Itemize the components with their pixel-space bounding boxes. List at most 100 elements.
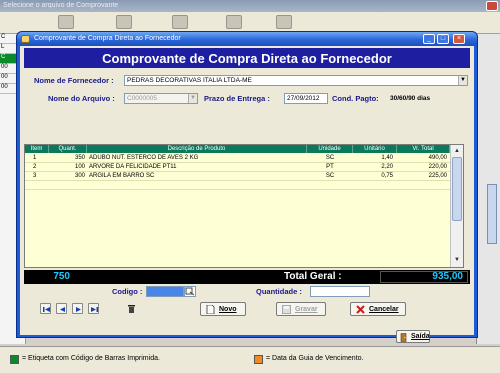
gravar-label: Gravar — [295, 306, 318, 313]
column-header-total[interactable]: Vr. Total — [397, 145, 450, 153]
maximize-icon[interactable]: □ — [437, 34, 449, 44]
new-document-icon — [206, 305, 215, 314]
cell-item: 2 — [33, 164, 37, 170]
chevron-down-icon[interactable]: ▼ — [188, 94, 197, 103]
sair-button[interactable]: Saída — [396, 330, 430, 343]
dialog-body: Comprovante de Compra Direta ao Forneced… — [20, 46, 474, 343]
cancelar-label: Cancelar — [369, 306, 399, 313]
cell-quant: 100 — [74, 164, 85, 170]
next-record-button[interactable] — [72, 303, 83, 314]
column-header-descricao[interactable]: Descrição de Produto — [87, 145, 307, 153]
green-legend-label: = Etiqueta com Código de Barras Imprimid… — [22, 355, 160, 362]
cell-unitario: 1,40 — [381, 155, 393, 161]
first-record-button[interactable] — [40, 303, 51, 314]
codigo-label: Codigo : — [112, 287, 143, 296]
column-header-item[interactable]: Item — [25, 145, 49, 153]
cell-quant: 350 — [74, 155, 85, 161]
sair-label: Saída — [411, 333, 430, 340]
cell-unitario: 2,20 — [381, 164, 393, 170]
cell-total: 225,00 — [428, 173, 447, 179]
lookup-icon — [185, 287, 195, 296]
column-header-quant[interactable]: Quant. — [49, 145, 87, 153]
dialog-titlebar: Comprovante de Compra Direta ao Forneced… — [17, 32, 477, 46]
grid-scrollbar[interactable]: ▲ ▼ — [450, 145, 463, 267]
previous-record-button[interactable] — [56, 303, 67, 314]
cell-unidade: PT — [326, 164, 334, 170]
cell-quant: 300 — [74, 173, 85, 179]
totals-bar: 750 Total Geral : 935,00 — [24, 270, 470, 284]
scroll-down-icon[interactable]: ▼ — [452, 255, 462, 265]
first-icon — [43, 307, 50, 312]
arquivo-select[interactable]: C0000005 ▼ — [124, 93, 198, 104]
page-title: Comprovante de Compra Direta ao Forneced… — [24, 48, 470, 68]
cell-unitario: 0,75 — [381, 173, 393, 179]
next-icon — [76, 307, 81, 312]
cancel-icon — [356, 305, 365, 314]
quantity-total: 750 — [53, 271, 70, 282]
comprovante-dialog: Comprovante de Compra Direta ao Forneced… — [16, 31, 478, 343]
dialog-title: Comprovante de Compra Direta ao Forneced… — [34, 35, 181, 42]
prazo-label: Prazo de Entrega : — [204, 94, 270, 103]
table-row[interactable]: 3 300 ARGILA EM BARRO SC SC 0,75 225,00 — [25, 172, 450, 181]
arquivo-label: Nome do Arquivo : — [48, 94, 115, 103]
total-geral-value: 935,00 — [380, 271, 468, 283]
scroll-up-icon[interactable]: ▲ — [452, 146, 462, 156]
last-icon — [91, 307, 98, 312]
background-close-button[interactable] — [486, 1, 498, 11]
toolbar-icon[interactable] — [172, 15, 188, 29]
novo-button[interactable]: Novo — [200, 302, 246, 316]
column-header-unidade[interactable]: Unidade — [307, 145, 353, 153]
trash-icon — [128, 305, 135, 313]
orange-swatch — [254, 355, 263, 364]
background-scroll-area — [476, 34, 500, 344]
toolbar-icon[interactable] — [58, 15, 74, 29]
orange-legend-label: = Data da Guia de Vencimento. — [266, 355, 364, 362]
scrollbar-thumb[interactable] — [487, 184, 497, 244]
chevron-down-icon[interactable]: ▼ — [458, 76, 467, 85]
cell-unidade: SC — [325, 155, 335, 161]
table-row[interactable]: 1 350 ADUBO NUT. ESTERCO DE AVES 2 KG SC… — [25, 154, 450, 163]
last-record-button[interactable] — [88, 303, 99, 314]
items-grid[interactable]: Item Quant. Descrição de Produto Unidade… — [24, 144, 464, 268]
arquivo-value: C0000005 — [127, 95, 157, 102]
total-geral-label: Total Geral : — [284, 271, 342, 282]
legend-bar: = Etiqueta com Código de Barras Imprimid… — [0, 346, 500, 373]
save-icon — [282, 305, 291, 314]
fornecedor-label: Nome de Fornecedor : — [34, 76, 114, 85]
quantidade-input[interactable] — [310, 286, 370, 297]
cell-item: 3 — [33, 173, 37, 179]
app-icon — [21, 35, 30, 43]
fornecedor-select[interactable]: PEDRAS DECORATIVAS ITALIA LTDA-ME ▼ — [124, 75, 468, 86]
toolbar-icon[interactable] — [276, 15, 292, 29]
cell-item: 1 — [33, 155, 37, 161]
cell-descricao: ARVORE DA FELICIDADE PT11 — [89, 164, 177, 170]
background-window-title: Selecione o arquivo de Comprovante — [0, 0, 500, 12]
cell-total: 490,00 — [428, 155, 447, 161]
scrollbar-thumb[interactable] — [452, 157, 462, 221]
column-header-unitario[interactable]: Unitário — [353, 145, 397, 153]
quantidade-label: Quantidade : — [256, 287, 302, 296]
novo-label: Novo — [219, 306, 237, 313]
cancelar-button[interactable]: Cancelar — [350, 302, 406, 316]
toolbar-icon[interactable] — [116, 15, 132, 29]
toolbar-icon[interactable] — [226, 15, 242, 29]
prazo-input[interactable]: 27/09/2012 — [284, 93, 328, 104]
cond-pagto-label: Cond. Pagto: — [332, 94, 379, 103]
codigo-input[interactable] — [146, 286, 184, 297]
grid-header: Item Quant. Descrição de Produto Unidade… — [25, 145, 450, 153]
delete-button[interactable] — [126, 303, 137, 314]
table-row[interactable] — [25, 181, 450, 190]
fornecedor-value: PEDRAS DECORATIVAS ITALIA LTDA-ME — [127, 77, 252, 84]
minimize-icon[interactable]: _ — [423, 34, 435, 44]
gravar-button[interactable]: Gravar — [276, 302, 326, 316]
green-swatch — [10, 355, 19, 364]
lookup-button[interactable] — [184, 286, 196, 297]
cell-descricao: ADUBO NUT. ESTERCO DE AVES 2 KG — [89, 155, 199, 161]
exit-door-icon — [400, 333, 407, 342]
previous-icon — [60, 307, 65, 312]
cond-pagto-value: 30/60/90 dias — [390, 95, 431, 102]
cell-total: 220,00 — [428, 164, 447, 170]
table-row[interactable]: 2 100 ARVORE DA FELICIDADE PT11 PT 2,20 … — [25, 163, 450, 172]
close-icon[interactable]: × — [453, 34, 465, 44]
cell-unidade: SC — [325, 173, 335, 179]
